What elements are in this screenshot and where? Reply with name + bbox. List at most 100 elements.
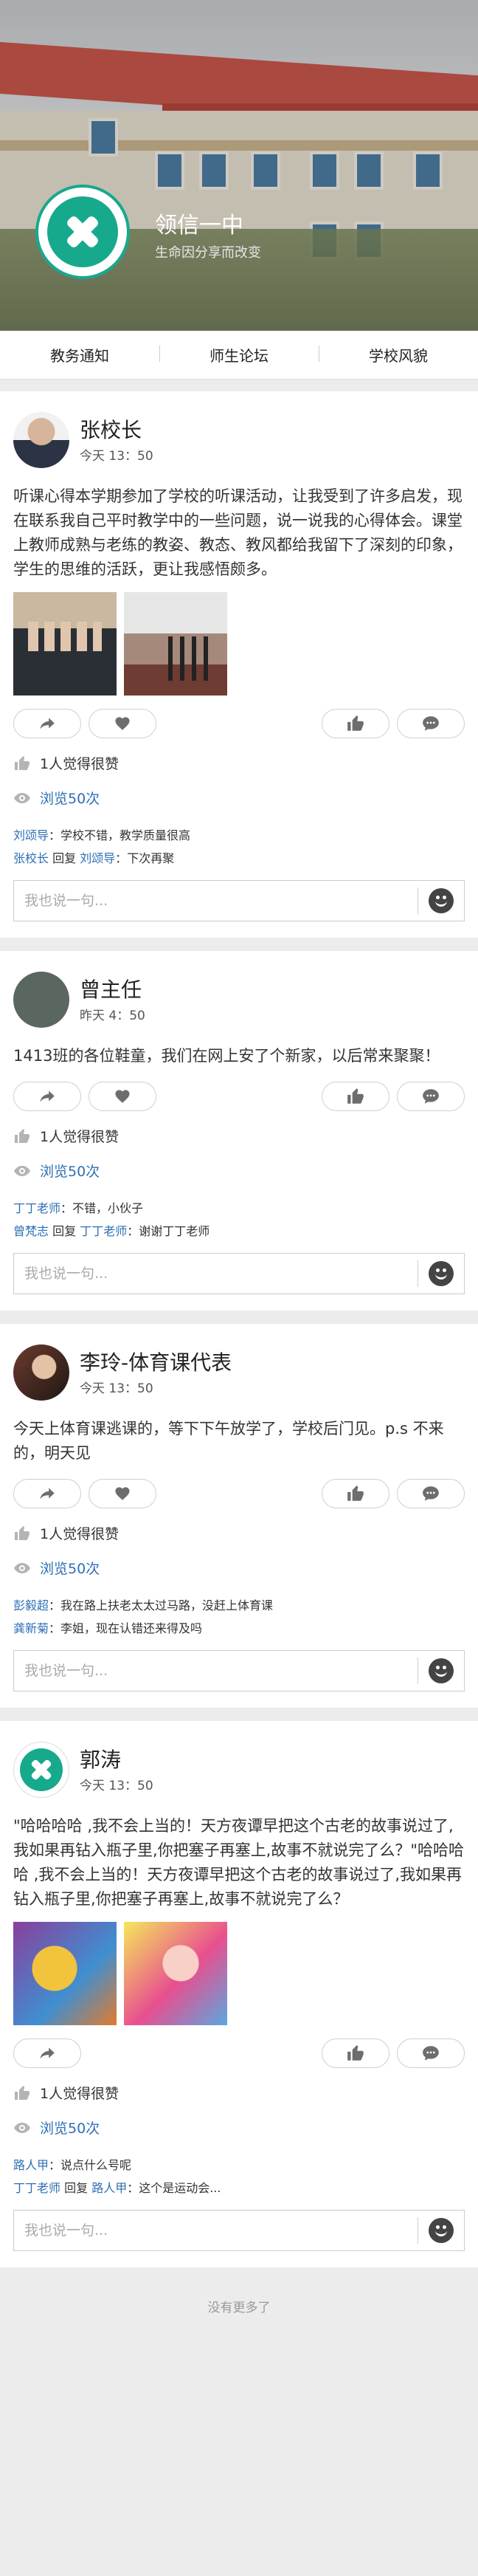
eye-icon [13,789,31,807]
views-row: 浏览50次 [13,1558,465,1578]
avatar[interactable] [13,1742,69,1798]
avatar[interactable] [13,412,69,468]
favorite-button[interactable] [89,709,156,738]
reply-target-name[interactable]: 路人甲 [91,2181,127,2195]
comment-list: 丁丁老师：不错，小伙子 曾梵志 回复 丁丁老师：谢谢丁丁老师 [13,1197,465,1243]
reply-input[interactable] [24,1265,407,1282]
reply-input[interactable] [24,2222,407,2239]
likes-count: 1人觉得很赞 [40,1526,119,1542]
post-card: 曾主任 昨天 4：50 1413班的各位鞋童，我们在网上安了个新家，以后常来聚聚… [0,951,478,1311]
reply-input[interactable] [24,1663,407,1679]
comment-button[interactable] [397,709,465,738]
views-count: 浏览50次 [40,791,100,807]
avatar[interactable] [13,972,69,1028]
commenter-name[interactable]: 彭毅超 [13,1598,49,1612]
views-count: 浏览50次 [40,1164,100,1180]
speech-bubble-icon [421,1087,440,1106]
reply-target-name[interactable]: 刘颂导 [80,851,115,865]
post-photo[interactable] [13,592,117,695]
reply-box [13,2210,465,2251]
post-time: 今天 13：50 [80,448,153,464]
share-button[interactable] [13,709,81,738]
post-photo[interactable] [124,592,227,695]
thumbs-up-icon [13,1525,31,1542]
comment-text: ：我在路上扶老太太过马路，没赶上体育课 [49,1598,274,1612]
commenter-name[interactable]: 丁丁老师 [13,1201,60,1215]
commenter-name[interactable]: 丁丁老师 [13,2181,60,2195]
post-card: 李玲-体育课代表 今天 13：50 今天上体育课逃课的，等下下午放学了，学校后门… [0,1324,478,1708]
comment-text: ：谢谢丁丁老师 [127,1224,210,1238]
smiley-icon[interactable] [429,2218,454,2243]
thumbs-up-icon [13,1127,31,1145]
avatar[interactable] [13,1344,69,1401]
share-arrow-icon [38,714,57,733]
share-button[interactable] [13,2039,81,2068]
reply-target-name[interactable]: 丁丁老师 [80,1224,127,1238]
comment-item: 张校长 回复 刘颂导：下次再聚 [13,847,465,870]
comment-item: 刘颂导：学校不错，教学质量很高 [13,824,465,847]
comment-item: 路人甲：说点什么号呢 [13,2154,465,2177]
favorite-button[interactable] [89,1082,156,1111]
commenter-name[interactable]: 路人甲 [13,2158,49,2172]
smiley-icon[interactable] [429,1261,454,1286]
share-button[interactable] [13,1082,81,1111]
reply-box [13,1650,465,1691]
like-button[interactable] [322,1082,389,1111]
commenter-name[interactable]: 张校长 [13,851,49,865]
thumbs-up-icon [346,1484,365,1503]
thumbs-up-icon [346,714,365,733]
post-actions [13,1082,465,1111]
comment-button[interactable] [397,1082,465,1111]
like-button[interactable] [322,709,389,738]
post-content: 1413班的各位鞋童，我们在网上安了个新家，以后常来聚聚！ [13,1047,440,1065]
post-photo[interactable] [13,1922,117,2025]
comment-button[interactable] [397,2039,465,2068]
school-subtitle: 生命因分享而改变 [155,245,261,261]
author-name[interactable]: 李玲-体育课代表 [80,1350,232,1376]
post-author-row: 张校长 今天 13：50 [13,391,465,468]
school-logo-icon [35,185,130,279]
likes-count: 1人觉得很赞 [40,1129,119,1145]
nav-item-school-scenery[interactable]: 学校风貌 [319,344,478,365]
author-name[interactable]: 郭涛 [80,1747,153,1773]
post-time: 昨天 4：50 [80,1008,145,1023]
reply-box [13,1253,465,1294]
comment-button[interactable] [397,1479,465,1508]
commenter-name[interactable]: 曾梵志 [13,1224,49,1238]
post-actions [13,1479,465,1508]
no-more-footer: 没有更多了 [207,2301,271,2315]
comment-item: 丁丁老师 回复 路人甲：这个是运动会... [13,2177,465,2199]
banner-overlay [0,0,478,331]
like-button[interactable] [322,2039,389,2068]
post-photo[interactable] [124,1922,227,2025]
post-author-row: 曾主任 昨天 4：50 [13,951,465,1028]
nav-item-academic-notice[interactable]: 教务通知 [0,344,159,365]
school-banner: 领信一中 生命因分享而改变 [0,0,478,331]
commenter-name[interactable]: 刘颂导 [13,828,49,842]
share-button[interactable] [13,1479,81,1508]
views-row: 浏览50次 [13,2118,465,2137]
thumbs-up-icon [346,2044,365,2063]
author-name[interactable]: 曾主任 [80,977,145,1003]
reply-input[interactable] [24,893,407,909]
likes-count: 1人觉得很赞 [40,2086,119,2102]
smiley-icon[interactable] [429,888,454,913]
post-content: 听课心得本学期参加了学校的听课活动，让我受到了许多启发，现在联系我自己平时教学中… [13,487,463,578]
like-button[interactable] [322,1479,389,1508]
post-author-row: 郭涛 今天 13：50 [13,1721,465,1798]
author-name[interactable]: 张校长 [80,417,153,444]
comment-text: ：不错，小伙子 [60,1201,144,1215]
post-time: 今天 13：50 [80,1778,153,1793]
smiley-icon[interactable] [429,1658,454,1683]
commenter-name[interactable]: 龚新菊 [13,1621,49,1635]
thumbs-up-icon [346,1087,365,1106]
comment-list: 路人甲：说点什么号呢 丁丁老师 回复 路人甲：这个是运动会... [13,2154,465,2199]
top-nav: 教务通知 师生论坛 学校风貌 [0,331,478,379]
school-name: 领信一中 [155,213,243,238]
post-photos [13,1922,465,2025]
eye-icon [13,2119,31,2137]
nav-item-forum[interactable]: 师生论坛 [159,344,319,365]
reply-box [13,880,465,921]
favorite-button[interactable] [89,1479,156,1508]
likes-row: 1人觉得很赞 [13,753,465,773]
